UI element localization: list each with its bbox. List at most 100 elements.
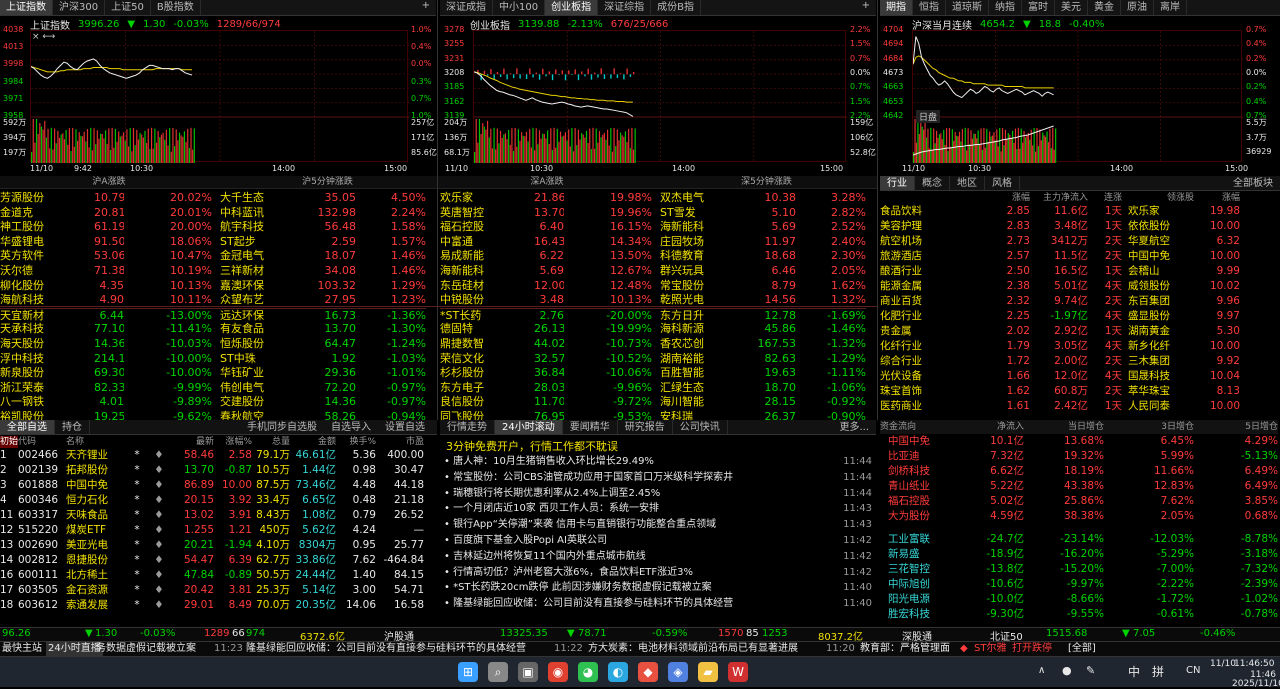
bell-icon[interactable]: ♦ [148,463,170,478]
tab-highlights[interactable]: 要闻精华 [563,420,618,434]
wps-icon[interactable]: W [728,662,748,682]
tab-offshore[interactable]: 离岸 [1154,0,1187,15]
folder-icon[interactable]: ▰ [698,662,718,682]
flow-row[interactable]: 大为股份 4.59亿38.38%2.05%0.68% [880,509,1278,524]
rank-row[interactable]: 杉杉股份 36.84 -10.06% 百胜智能 19.63 -1.11% [440,366,866,381]
tab-all-watch[interactable]: 全部自选 [0,420,55,434]
alert-stock[interactable]: ST尔雅 [974,642,1006,656]
rank-row[interactable]: 天承科技 77.10 -11.41% 有友食品 13.70 -1.30% [0,322,426,337]
tab-sz-component[interactable]: 深证成指 [440,0,493,15]
tab-hsi[interactable]: 恒指 [913,0,946,15]
sector-col-head[interactable]: 主力净流入 [1030,192,1088,204]
rank-row[interactable]: 八一钢铁 4.01 -9.89% 交建股份 14.36 -0.97% [0,395,426,410]
tray-tool-icon[interactable]: ✎ [1086,664,1095,677]
watch-col-head[interactable]: 名称 [66,436,126,448]
rank-row[interactable]: 易成新能 6.22 13.50% 科德教育 18.68 2.30% [440,249,866,264]
alert-filter-button[interactable]: [全部] [1068,642,1096,656]
rank-row[interactable]: 中富通 16.43 14.34% 庄园牧场 11.97 2.40% [440,235,866,250]
star-icon[interactable]: * [126,553,148,568]
flow-row[interactable]: 胜宏科技 -9.30亿-9.55%-0.61%-0.78% [880,607,1278,622]
taskview-icon[interactable]: ▣ [518,662,538,682]
news-item[interactable]: • 百度旗下基金入股Popi AI英联公司 11:42 [444,533,872,549]
watch-row[interactable]: 3 601888 中国中免 * ♦ 86.89 10.00 87.5万 73.4… [0,478,424,493]
rank-row[interactable]: 海天股份 14.36 -10.03% 恒烁股份 64.47 -1.24% [0,337,426,352]
watch-row[interactable]: 18 603612 索通发展 * ♦ 29.01 8.49 70.0万 20.3… [0,598,424,613]
ticker-text-2[interactable]: 隆基绿能回应收储：公司目前没有直接参与硅料环节的具体经营 [246,642,526,656]
news-item[interactable]: • *ST长药跌20cm跌停 此前因涉嫌财务数据虚假记载被立案 11:40 [444,580,872,596]
ticker-text-1[interactable]: 务数据虚假记载被立案 [96,642,196,656]
bell-icon[interactable]: ♦ [148,448,170,463]
watch-col-head[interactable]: 换手% [336,436,376,448]
sector-row[interactable]: 酿酒行业 2.50 16.5亿 1天 会稽山 9.99 [880,264,1240,279]
sector-row[interactable]: 光伏设备 1.66 12.0亿 4天 国晟科技 10.04 [880,369,1240,384]
news-item[interactable]: • 一个月闭店近10家 西贝工作人员：系统一安排 11:43 [444,501,872,517]
rank-row[interactable]: 欢乐家 21.86 19.98% 双杰电气 10.38 3.28% [440,191,866,206]
watch-col-head[interactable]: 金额 [290,436,336,448]
sz-gain-header[interactable]: 深A涨跌 [438,176,656,189]
flow-row[interactable]: 福石控股 5.02亿25.86%7.62%3.85% [880,494,1278,509]
tab-sz50[interactable]: 上证50 [105,0,151,15]
star-icon[interactable]: * [126,583,148,598]
sector-col-head[interactable]: 领涨股 [1122,192,1194,204]
chevron-up-icon[interactable]: ∧ [1038,665,1045,676]
tab-component-b[interactable]: 成份B指 [651,0,701,15]
bell-icon[interactable]: ♦ [148,523,170,538]
all-sectors-button[interactable]: 全部板块 [1226,176,1280,190]
bell-icon[interactable]: ♦ [148,493,170,508]
flow-row[interactable]: 三花智控 -13.8亿-15.20%-7.00%-7.32% [880,562,1278,577]
tab-usd[interactable]: 美元 [1055,0,1088,15]
sector-row[interactable]: 商业百货 2.32 9.74亿 2天 东百集团 9.96 [880,294,1240,309]
rank-row[interactable]: 良信股份 11.70 -9.72% 海川智能 28.15 -0.92% [440,395,866,410]
watch-col-head[interactable]: 市盈 [376,436,424,448]
ime-lang[interactable]: 中 [1128,663,1140,680]
watch-row[interactable]: 13 002690 美亚光电 * ♦ 20.21 -1.94 4.10万 830… [0,538,424,553]
rank-row[interactable]: 英方软件 53.06 10.47% 金冠电气 18.07 1.46% [0,249,426,264]
news-item[interactable]: • 吉林延边州将恢复11个国内外重点城市航线 11:42 [444,549,872,565]
rank-row[interactable]: 沃尔德 71.38 10.19% 三祥新材 34.08 1.46% [0,264,426,279]
rank-row[interactable]: 金道克 20.81 20.01% 中科蓝讯 132.98 2.24% [0,206,426,221]
sector-row[interactable]: 贵金属 2.02 2.92亿 1天 湖南黄金 5.30 [880,324,1240,339]
region-label[interactable]: CN [1186,665,1200,676]
tab-b-index[interactable]: B股指数 [151,0,201,15]
watch-row[interactable]: 14 002812 恩捷股份 * ♦ 54.47 6.39 62.7万 33.8… [0,553,424,568]
star-icon[interactable]: * [126,493,148,508]
ticker-text-4[interactable]: 教育部：严格管理面 [860,642,950,656]
flow-row[interactable]: 比亚迪 7.32亿19.32%5.99%-5.13% [880,449,1278,464]
rank-row[interactable]: 德固特 26.13 -19.99% 海科新源 45.86 -1.46% [440,322,866,337]
tab-sh-index[interactable]: 上证指数 [0,0,53,15]
tray-app-icon[interactable]: ● [1062,664,1072,677]
news-item[interactable]: • 行情高切低？泸州老窖大涨6%，食品饮料ETF涨近3% 11:42 [444,565,872,581]
news-item[interactable]: • 隆基绿能回应收储：公司目前没有直接参与硅料环节的具体经营 11:40 [444,596,872,612]
flow-row[interactable]: 中际旭创 -10.6亿-9.97%-2.22%-2.39% [880,577,1278,592]
sh-5min-header[interactable]: 沪5分钟涨跌 [218,176,437,189]
news-item[interactable]: • 银行App“关停潮”来袭 信用卡与直销银行功能整合重点领域 11:43 [444,517,872,533]
watch-row[interactable]: 4 600346 恒力石化 * ♦ 20.15 3.92 33.4万 6.65亿… [0,493,424,508]
sector-row[interactable]: 美容护理 2.83 3.48亿 1天 依依股份 10.00 [880,219,1240,234]
start-icon[interactable]: ⊞ [458,662,478,682]
rank-row[interactable]: 荣信文化 32.57 -10.52% 湖南裕能 82.63 -1.29% [440,352,866,367]
rank-row[interactable]: 东方电子 28.03 -9.96% 汇绿生态 18.70 -1.06% [440,381,866,396]
watch-row[interactable]: 17 603505 金石资源 * ♦ 20.42 3.81 25.3万 5.14… [0,583,424,598]
tab-sme100[interactable]: 中小100 [493,0,545,15]
rank-row[interactable]: 神工股份 61.19 20.00% 航宇科技 56.48 1.58% [0,220,426,235]
close-icon[interactable]: × ⟷ [32,32,55,42]
flow-col-head[interactable]: 3日增仓 [1104,420,1194,434]
sector-col-head[interactable]: 连涨 [1088,192,1122,204]
sector-col-head[interactable] [880,192,942,204]
sector-row[interactable]: 旅游酒店 2.57 11.5亿 2天 中国中免 10.00 [880,249,1240,264]
import-watchlist-link[interactable]: 自选导入 [324,420,378,434]
news-item[interactable]: • 常宝股份：公司CBS油管成功应用于国家首口万米级科学探索井 11:44 [444,470,872,486]
flow-col-head[interactable]: 资金流向 [880,420,948,434]
search-icon[interactable]: ⌕ [488,662,508,682]
news-headline-ad[interactable]: 3分钟免费开户，行情工作都不耽误 [446,438,618,454]
watch-col-head[interactable]: 涨幅% [214,436,252,448]
sector-row[interactable]: 综合行业 1.72 2.00亿 2天 三木集团 9.92 [880,354,1240,369]
tab-region[interactable]: 地区 [950,176,985,190]
watch-col-head[interactable]: 最新 [170,436,214,448]
sh-gain-header[interactable]: 沪A涨跌 [0,176,218,189]
bell-icon[interactable]: ♦ [148,508,170,523]
star-icon[interactable]: * [126,463,148,478]
chrome-icon[interactable]: ◉ [548,662,568,682]
tab-oil[interactable]: 原油 [1121,0,1154,15]
bell-icon[interactable]: ♦ [148,538,170,553]
